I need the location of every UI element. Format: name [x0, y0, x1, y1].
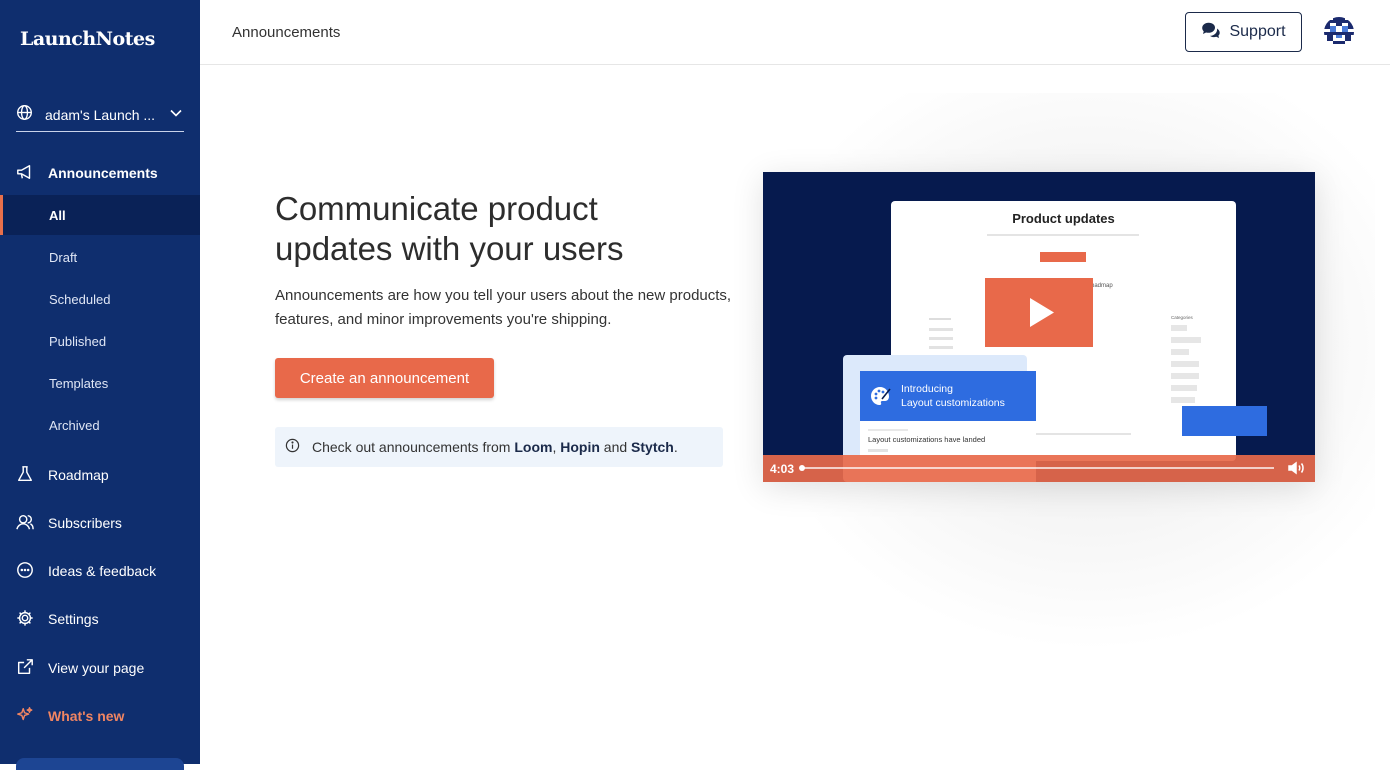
nav-roadmap[interactable]: Roadmap [0, 455, 200, 495]
video-progress-bar[interactable] [802, 467, 1274, 469]
nav-subscribers[interactable]: Subscribers [0, 503, 200, 543]
card-title-line1: Introducing [901, 383, 953, 395]
globe-icon [16, 104, 33, 126]
empty-state-heading: Communicate product updates with your us… [275, 190, 624, 267]
info-prefix: Check out announcements from [312, 439, 515, 455]
nav-ideas-feedback[interactable]: Ideas & feedback [0, 551, 200, 591]
page-title: Announcements [232, 24, 341, 41]
video-time: 4:03 [770, 462, 795, 476]
nav-settings[interactable]: Settings [0, 599, 200, 639]
palette-icon [868, 384, 892, 412]
mock-category [1171, 325, 1187, 331]
support-label: Support [1229, 23, 1286, 40]
app-logo[interactable]: LaunchNotes [20, 28, 155, 50]
info-suffix: . [673, 439, 678, 455]
gear-icon [16, 609, 34, 630]
sub-item-scheduled[interactable]: Scheduled [0, 279, 200, 319]
workspace-name: adam's Launch ... [45, 106, 156, 123]
info-text: Check out announcements from Loom, Hopin… [312, 439, 678, 455]
hopin-link[interactable]: Hopin [560, 439, 600, 455]
workspace-selector[interactable]: adam's Launch ... [16, 98, 184, 132]
info-separator: and [599, 439, 632, 455]
chevron-down-icon [170, 106, 182, 124]
mock-divider [987, 234, 1139, 236]
nav-label: Roadmap [48, 467, 109, 483]
mock-line [929, 346, 953, 349]
nav-label: Subscribers [48, 515, 122, 531]
mock-title: Product updates [1012, 211, 1115, 226]
nav-label: Ideas & feedback [48, 563, 157, 579]
intro-video-player[interactable]: Product updates oadmap Categories Introd… [763, 172, 1315, 482]
mock-line [1031, 433, 1131, 435]
nav-view-your-page[interactable]: View your page [0, 648, 200, 688]
flask-icon [16, 465, 34, 486]
info-banner: Check out announcements from Loom, Hopin… [275, 427, 723, 467]
play-button[interactable] [985, 278, 1093, 347]
mock-category [1171, 337, 1201, 343]
mock-category [1171, 385, 1197, 391]
video-controls: 4:03 [763, 455, 1315, 482]
video-progress-knob[interactable] [799, 465, 805, 471]
nav-announcements[interactable]: Announcements [0, 153, 200, 193]
sidebar-bottom-card [16, 758, 184, 770]
sidebar: LaunchNotes adam's Launch ... Announceme… [0, 0, 200, 770]
sub-item-templates[interactable]: Templates [0, 363, 200, 403]
support-button[interactable]: Support [1185, 12, 1302, 52]
mock-blue-block [1182, 406, 1267, 436]
card-line [868, 449, 888, 452]
sub-item-all[interactable]: All [0, 195, 200, 235]
mock-roadmap-label: oadmap [1091, 283, 1113, 289]
user-avatar[interactable] [1324, 17, 1354, 47]
stytch-link[interactable]: Stytch [631, 439, 674, 455]
sub-item-published[interactable]: Published [0, 321, 200, 361]
play-icon [1030, 298, 1054, 327]
loom-link[interactable]: Loom [514, 439, 552, 455]
create-announcement-button[interactable]: Create an announcement [275, 358, 494, 398]
top-bar: Announcements Support [200, 0, 1390, 65]
empty-state-description: Announcements are how you tell your user… [275, 287, 732, 328]
nav-label: View your page [48, 660, 145, 676]
mock-category [1171, 361, 1199, 367]
sub-item-archived[interactable]: Archived [0, 405, 200, 445]
card-subtitle: Layout customizations have landed [868, 435, 986, 444]
card-line [868, 429, 908, 431]
mock-line [929, 328, 953, 331]
card-title-line2: Layout customizations [901, 397, 1005, 409]
volume-icon[interactable] [1288, 461, 1306, 478]
users-icon [16, 513, 34, 534]
nav-whats-new[interactable]: What's new [0, 696, 200, 736]
mock-tag [1040, 252, 1086, 262]
mock-categories-label: Categories [1171, 315, 1193, 320]
nav-label: Announcements [48, 165, 158, 181]
nav-label: Settings [48, 611, 99, 627]
info-icon [285, 438, 300, 456]
mock-line [929, 337, 953, 340]
main-content: Communicate product updates with your us… [200, 65, 1390, 764]
card-header: Introducing Layout customizations [860, 371, 1036, 421]
megaphone-icon [16, 163, 34, 184]
mock-category [1171, 397, 1195, 403]
sub-item-draft[interactable]: Draft [0, 237, 200, 277]
mock-category [1171, 349, 1189, 355]
mock-category [1171, 373, 1199, 379]
nav-label: What's new [48, 708, 125, 724]
chat-icon [1201, 22, 1221, 43]
sparkle-icon [16, 706, 34, 727]
mock-line [929, 318, 951, 320]
external-link-icon [16, 658, 34, 679]
chat-bubble-icon [16, 561, 34, 582]
